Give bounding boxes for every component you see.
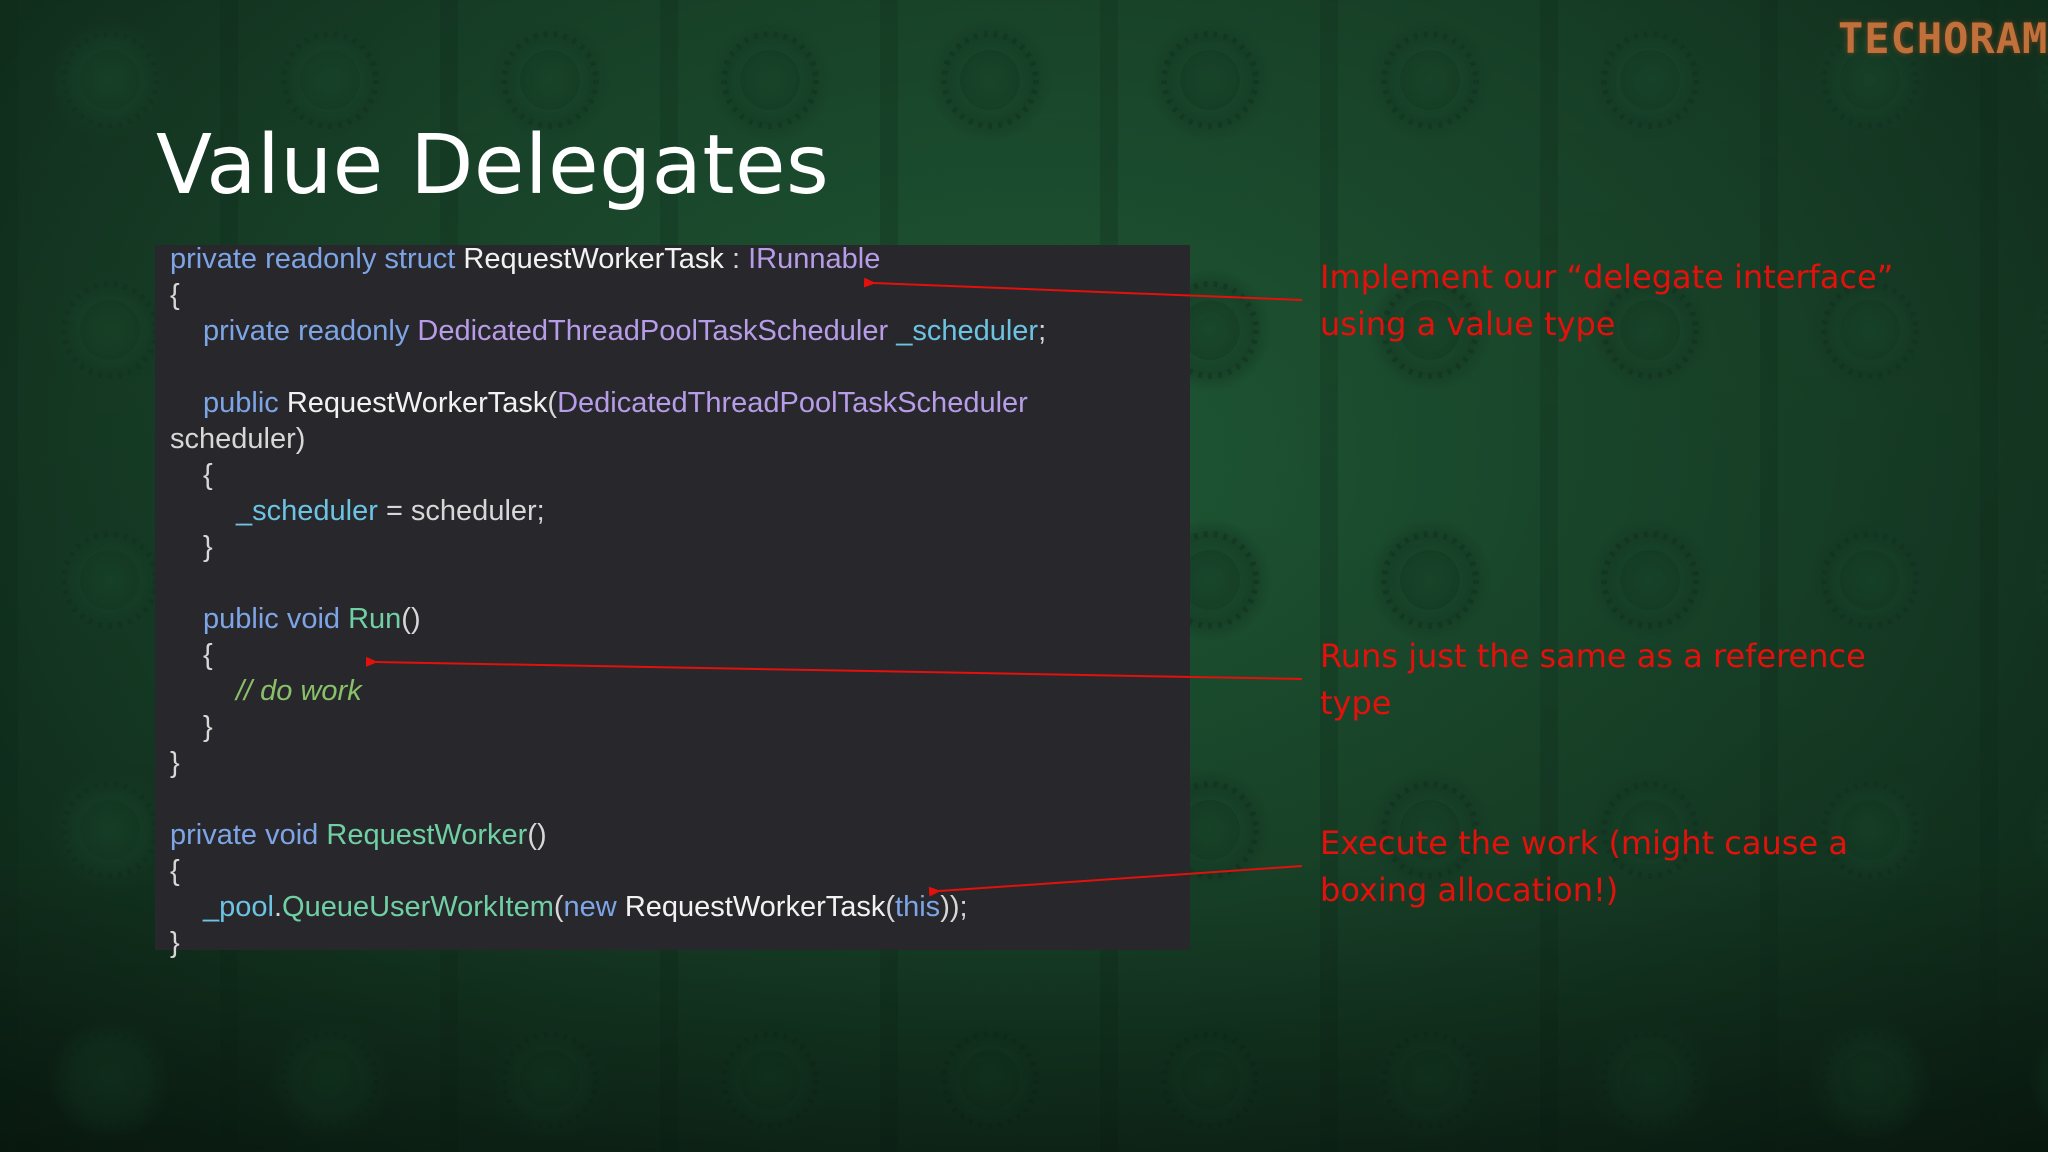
code-line-11: // do work (236, 677, 362, 706)
code-field-name: _scheduler (236, 495, 378, 527)
code-line-1: private readonly struct RequestWorkerTas… (170, 245, 880, 274)
code-line-9: public void Run() (203, 605, 421, 634)
code-keyword: public void (203, 603, 341, 635)
annotation-value-type: Implement our “delegate interface” using… (1320, 258, 1894, 343)
code-line-13: } (170, 747, 180, 779)
code-line-16: _pool.QueueUserWorkItem(new RequestWorke… (203, 893, 968, 922)
code-type-name: RequestWorkerTask (624, 891, 886, 923)
code-assignment: = scheduler; (385, 495, 545, 527)
code-line-14: private void RequestWorker() (170, 821, 547, 850)
code-keyword: private readonly (203, 315, 410, 347)
code-punctuation: . (273, 891, 283, 923)
code-type-name: RequestWorkerTask (463, 243, 724, 275)
code-constructor-name: RequestWorkerTask (286, 387, 548, 419)
code-field-name: _pool (203, 891, 274, 923)
code-punctuation: ( (547, 387, 558, 419)
code-panel: private readonly struct RequestWorkerTas… (155, 245, 1190, 958)
annotation-reference-type: Runs just the same as a reference type (1320, 637, 1866, 722)
code-punctuation: ( (553, 891, 564, 923)
annotation-boxing-allocation: Execute the work (might cause a boxing a… (1320, 824, 1848, 909)
code-line-10: { (203, 639, 213, 671)
code-keyword: new (563, 891, 617, 923)
code-line-8: } (203, 531, 213, 563)
code-line-5: scheduler) (170, 423, 306, 455)
code-type-name: DedicatedThreadPoolTaskScheduler (417, 315, 889, 347)
code-punctuation: () (401, 603, 421, 635)
code-line-17: } (170, 927, 180, 959)
code-method-name: QueueUserWorkItem (282, 891, 554, 923)
code-punctuation: ( (885, 891, 896, 923)
code-line-7: _scheduler = scheduler; (236, 497, 545, 526)
slide-title: Value Delegates (156, 118, 830, 213)
code-line-4: public RequestWorkerTask(DedicatedThread… (203, 389, 1028, 418)
code-comment: // do work (236, 675, 362, 707)
code-type-name: DedicatedThreadPoolTaskScheduler (557, 387, 1028, 419)
code-field-name: _scheduler (896, 315, 1039, 347)
code-keyword: private readonly struct (170, 243, 456, 275)
code-separator: : (732, 243, 741, 275)
techorama-logo: TECHORAMA (1838, 14, 2048, 63)
code-line-6: { (203, 459, 213, 491)
code-line-2: { (170, 279, 180, 311)
code-line-12: } (203, 711, 213, 743)
code-punctuation: ; (1038, 315, 1047, 347)
code-interface-name: IRunnable (748, 243, 881, 275)
code-keyword: this (895, 891, 941, 923)
code-method-name: Run (348, 603, 402, 635)
code-keyword: private void (170, 819, 319, 851)
code-keyword: public (203, 387, 279, 419)
code-punctuation: () (527, 819, 547, 851)
code-punctuation: )); (940, 891, 968, 923)
code-method-name: RequestWorker (326, 819, 528, 851)
code-line-15: { (170, 855, 180, 887)
code-line-3: private readonly DedicatedThreadPoolTask… (203, 317, 1046, 346)
